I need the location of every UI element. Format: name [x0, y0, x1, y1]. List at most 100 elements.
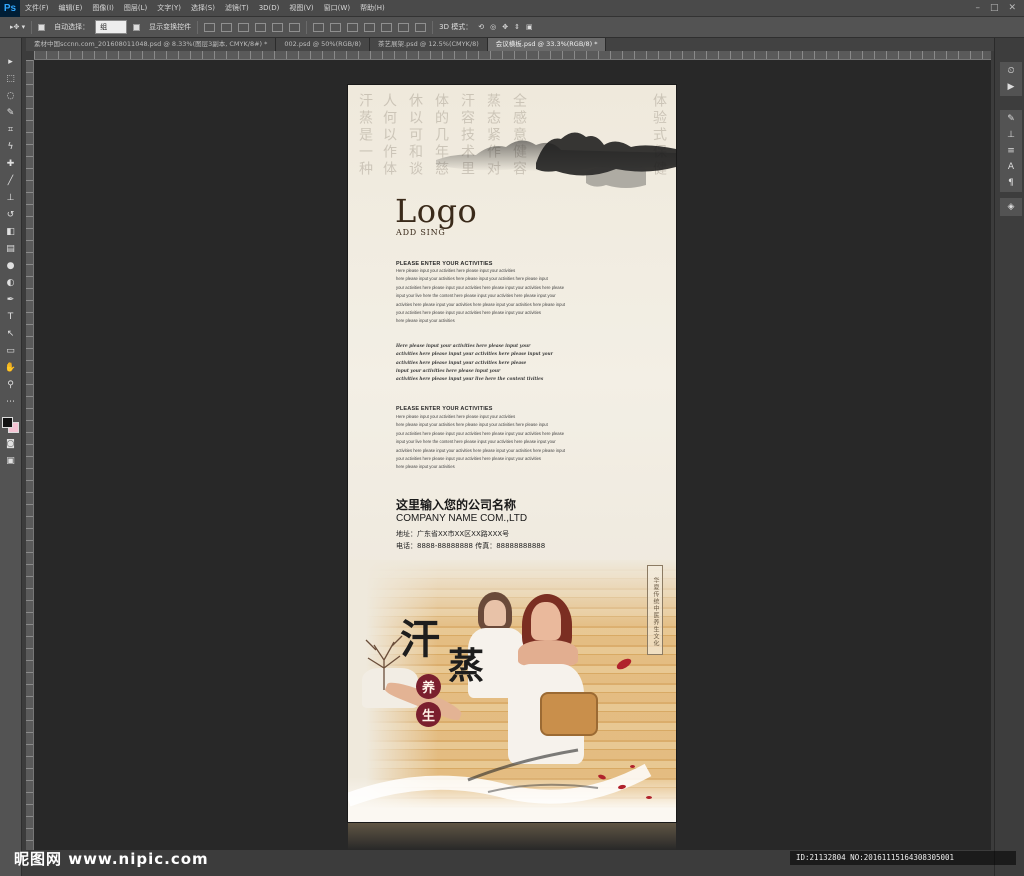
move-tool-icon[interactable]: ▸	[4, 56, 17, 68]
minimize-button[interactable]: –	[975, 3, 980, 13]
body-line: your activities here please input your a…	[396, 456, 542, 462]
menu-select[interactable]: 选择(S)	[186, 3, 220, 13]
auto-select-dropdown[interactable]: 组	[95, 20, 128, 34]
distribute-center-icon[interactable]	[381, 22, 393, 32]
history-brush-tool-icon[interactable]: ↺	[4, 209, 17, 221]
italic-line: activities here please input your activi…	[396, 360, 527, 366]
gradient-tool-icon[interactable]: ▤	[4, 243, 17, 255]
brush-panel-icon[interactable]: ✎	[1005, 113, 1018, 125]
maximize-button[interactable]: □	[990, 3, 999, 13]
tools-panel: ▸ ⬚ ◌ ✎ ⌗ ϟ ✚ ╱ ⊥ ↺ ◧ ▤ ● ◐ ✒ T ↖ ▭ ✋ ⚲ …	[0, 38, 22, 876]
more-tools-icon[interactable]: ⋯	[4, 396, 17, 408]
3d-scale-icon[interactable]: ▣	[526, 23, 533, 31]
logo-subtitle: ADD SING	[396, 228, 446, 237]
3d-roll-icon[interactable]: ◎	[490, 23, 496, 31]
distribute-bottom-icon[interactable]	[347, 22, 359, 32]
align-right-icon[interactable]	[289, 22, 301, 32]
horizontal-ruler[interactable]	[34, 51, 991, 60]
body-line: Here please input your activities here p…	[396, 268, 516, 273]
menu-file[interactable]: 文件(F)	[20, 3, 54, 13]
quick-mask-icon[interactable]: ◙	[4, 438, 17, 450]
tab-document-1[interactable]: 素材中国sccnn.com_201608011048.psd @ 8.33%(图…	[26, 38, 277, 51]
healing-tool-icon[interactable]: ✚	[4, 158, 17, 170]
3d-rotate-icon[interactable]: ⟲	[478, 23, 484, 31]
calligraphy-column: 人何以作体	[381, 93, 397, 178]
section-body: Here please input your activities here p…	[396, 267, 624, 326]
stamp-tool-icon[interactable]: ⊥	[4, 192, 17, 204]
character-panel-icon[interactable]: A	[1005, 161, 1018, 173]
distribute-left-icon[interactable]	[364, 22, 376, 32]
eraser-tool-icon[interactable]: ◧	[4, 226, 17, 238]
3d-panel-icon[interactable]: ◈	[1005, 201, 1018, 213]
move-tool-preset-icon[interactable]: ▸✥ ▾	[10, 23, 25, 31]
document-canvas[interactable]: 汗蒸是一种 人何以作体 休以可和谈 体的几年慈 汗容技术里 蒸态紧作对 全感意健…	[348, 85, 676, 822]
company-phone: 电话：8888-88888888 传真：88888888888	[396, 542, 546, 550]
body-line: activities here please input your activi…	[396, 447, 565, 453]
menu-3d[interactable]: 3D(D)	[254, 4, 285, 12]
lasso-tool-icon[interactable]: ◌	[4, 90, 17, 102]
body-line: here please input your activities	[396, 318, 455, 324]
type-tool-icon[interactable]: T	[4, 311, 17, 323]
screen-mode-icon[interactable]: ▣	[4, 455, 17, 467]
show-transform-checkbox[interactable]	[133, 23, 141, 31]
shape-tool-icon[interactable]: ▭	[4, 345, 17, 357]
3d-pan-icon[interactable]: ✥	[502, 23, 508, 31]
3d-slide-icon[interactable]: ⇕	[514, 23, 520, 31]
body-line: input your live here the content here pl…	[396, 293, 556, 299]
align-left-icon[interactable]	[255, 22, 267, 32]
paragraph-panel-icon[interactable]: ¶	[1005, 177, 1018, 189]
marquee-tool-icon[interactable]: ⬚	[4, 73, 17, 85]
path-select-tool-icon[interactable]: ↖	[4, 328, 17, 340]
auto-select-label: 自动选择：	[54, 23, 90, 31]
menu-image[interactable]: 图像(I)	[87, 3, 119, 13]
clone-source-icon[interactable]: ⊥	[1005, 129, 1018, 141]
petal-image	[630, 765, 635, 768]
menu-type[interactable]: 文字(Y)	[152, 3, 186, 13]
eyedropper-tool-icon[interactable]: ϟ	[4, 141, 17, 153]
menu-window[interactable]: 窗口(W)	[319, 3, 355, 13]
close-button[interactable]: ✕	[1008, 3, 1016, 13]
tab-document-active[interactable]: 会议横板.psd @ 33.3%(RGB/8) *	[487, 38, 607, 51]
dodge-tool-icon[interactable]: ◐	[4, 277, 17, 289]
company-name-cn: 这里输入您的公司名称	[396, 498, 517, 512]
divider	[31, 20, 33, 34]
ink-brush-stroke	[348, 748, 652, 807]
align-middle-icon[interactable]	[221, 22, 233, 32]
vertical-seal: 华夏传统中医养生文化	[647, 565, 663, 655]
align-top-icon[interactable]	[204, 22, 216, 32]
body-line: Here please input your activities here p…	[396, 414, 516, 419]
crop-tool-icon[interactable]: ⌗	[4, 124, 17, 136]
blur-tool-icon[interactable]: ●	[4, 260, 17, 272]
menu-filter[interactable]: 滤镜(T)	[220, 3, 254, 13]
hand-tool-icon[interactable]: ✋	[4, 362, 17, 374]
auto-align-icon[interactable]	[415, 22, 427, 32]
actions-panel-icon[interactable]: ▶	[1005, 81, 1018, 93]
distribute-top-icon[interactable]	[313, 22, 325, 32]
foreground-color-swatch[interactable]	[2, 417, 13, 428]
auto-select-checkbox[interactable]	[38, 23, 46, 31]
color-swatches[interactable]	[2, 417, 19, 433]
align-bottom-icon[interactable]	[238, 22, 250, 32]
menu-view[interactable]: 视图(V)	[284, 3, 318, 13]
tab-document-2[interactable]: 002.psd @ 50%(RGB/8)	[276, 38, 370, 51]
brush-tool-icon[interactable]: ╱	[4, 175, 17, 187]
quick-select-tool-icon[interactable]: ✎	[4, 107, 17, 119]
adjustments-icon[interactable]: ≡	[1005, 145, 1018, 157]
company-address: 地址：广东省XX市XX区XX路XXX号	[396, 530, 510, 538]
zoom-tool-icon[interactable]: ⚲	[4, 379, 17, 391]
show-transform-label: 显示变换控件	[149, 23, 192, 31]
tab-document-3[interactable]: 茶艺展架.psd @ 12.5%(CMYK/8)	[370, 38, 488, 51]
body-line: your activities here please input your a…	[396, 430, 565, 436]
menu-layer[interactable]: 图层(L)	[119, 3, 152, 13]
distribute-right-icon[interactable]	[398, 22, 410, 32]
menu-edit[interactable]: 编辑(E)	[54, 3, 88, 13]
distribute-middle-icon[interactable]	[330, 22, 342, 32]
person-face-image	[531, 602, 561, 640]
section-body: Here please input your activities here p…	[396, 413, 624, 472]
history-panel-icon[interactable]: ⏲	[1005, 65, 1018, 77]
options-bar: ▸✥ ▾ 自动选择： 组 显示变换控件 3D 模式： ⟲ ◎ ✥ ⇕ ▣	[0, 17, 1024, 38]
pen-tool-icon[interactable]: ✒	[4, 294, 17, 306]
align-center-icon[interactable]	[272, 22, 284, 32]
vertical-ruler[interactable]	[26, 60, 34, 850]
menu-help[interactable]: 帮助(H)	[355, 3, 390, 13]
